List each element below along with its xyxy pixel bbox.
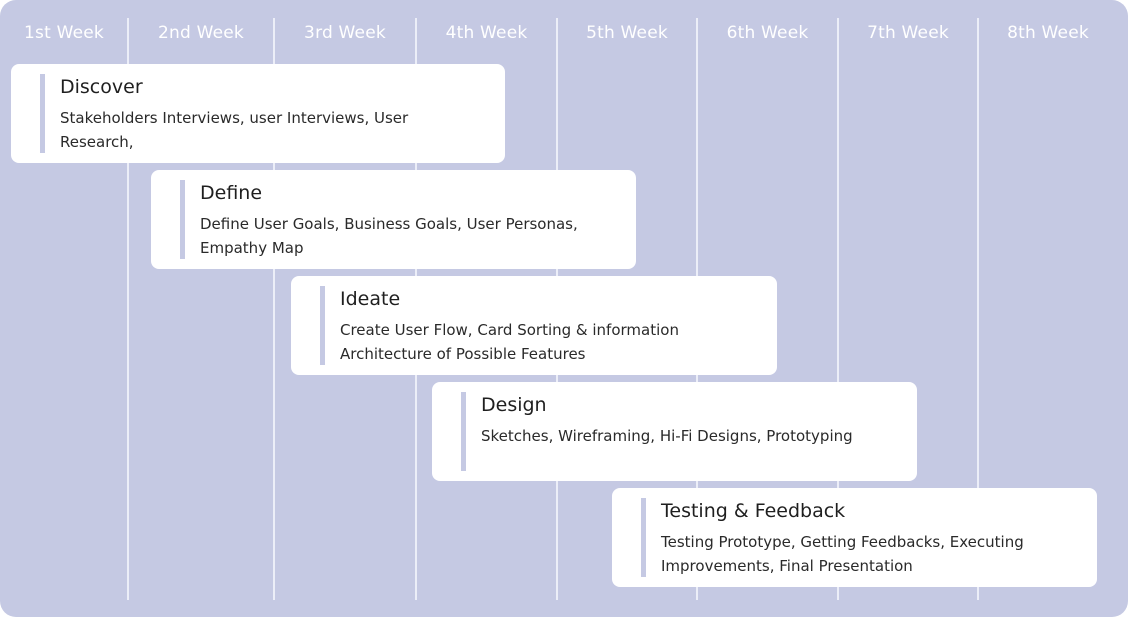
- phase-description: Sketches, Wireframing, Hi-Fi Designs, Pr…: [481, 427, 853, 445]
- phase-title: Testing & Feedback: [661, 500, 846, 522]
- week-header-4: 4th Week: [445, 23, 528, 43]
- week-header-5: 5th Week: [586, 23, 668, 43]
- phase-card-discover: Discover Stakeholders Interviews, user I…: [11, 64, 505, 163]
- week-header-2: 2nd Week: [158, 23, 244, 43]
- phase-title: Ideate: [340, 288, 401, 310]
- phase-card-ideate: Ideate Create User Flow, Card Sorting & …: [291, 276, 777, 375]
- roadmap-board: 1st Week 2nd Week 3rd Week 4th Week 5th …: [0, 0, 1128, 617]
- phase-description: Define User Goals, Business Goals, User …: [200, 215, 578, 257]
- phase-description: Create User Flow, Card Sorting & informa…: [340, 321, 679, 363]
- phase-description: Testing Prototype, Getting Feedbacks, Ex…: [661, 533, 1024, 575]
- phase-description: Stakeholders Interviews, user Interviews…: [60, 109, 409, 151]
- week-header-7: 7th Week: [867, 23, 949, 43]
- phase-title: Design: [481, 394, 547, 416]
- phase-title: Define: [200, 182, 263, 204]
- phase-accent-bar: [461, 392, 466, 471]
- phase-card-define: Define Define User Goals, Business Goals…: [151, 170, 636, 269]
- phase-card-testing-feedback: Testing & Feedback Testing Prototype, Ge…: [612, 488, 1097, 587]
- phase-accent-bar: [641, 498, 646, 577]
- week-header-6: 6th Week: [726, 23, 809, 43]
- week-header-8: 8th Week: [1007, 23, 1089, 43]
- week-header-1: 1st Week: [24, 23, 104, 43]
- phase-accent-bar: [180, 180, 185, 259]
- phase-accent-bar: [40, 74, 45, 153]
- phase-card-design: Design Sketches, Wireframing, Hi-Fi Desi…: [432, 382, 917, 481]
- phase-accent-bar: [320, 286, 325, 365]
- phase-title: Discover: [60, 76, 143, 98]
- week-header-3: 3rd Week: [304, 23, 386, 43]
